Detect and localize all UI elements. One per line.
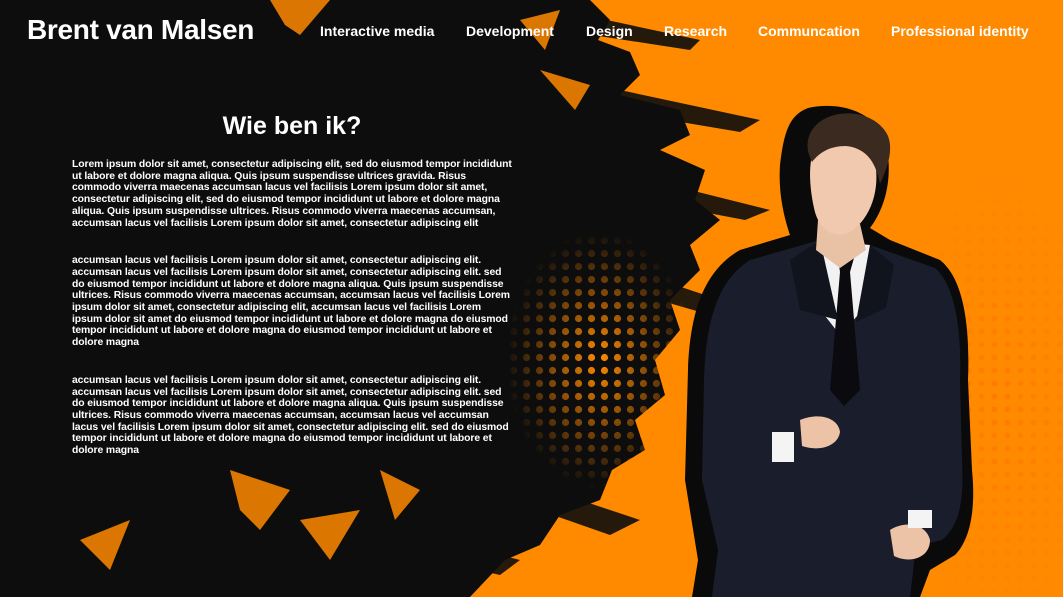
site-title[interactable]: Brent van Malsen — [27, 14, 254, 46]
nav-development[interactable]: Development — [466, 23, 554, 39]
nav-communication[interactable]: Communcation — [758, 23, 860, 39]
site-header: Brent van Malsen Interactive media Devel… — [0, 0, 1063, 64]
about-paragraph: accumsan lacus vel facilisis Lorem ipsum… — [72, 255, 510, 349]
about-paragraph: accumsan lacus vel facilisis Lorem ipsum… — [72, 374, 509, 457]
nav-interactive-media[interactable]: Interactive media — [320, 23, 434, 39]
nav-design[interactable]: Design — [586, 23, 633, 39]
about-heading: Wie ben ik? — [222, 112, 362, 140]
about-section: Wie ben ik? Lorem ipsum dolor sit amet, … — [72, 112, 512, 483]
nav-professional-identity[interactable]: Professional identity — [891, 23, 1029, 39]
about-paragraph: Lorem ipsum dolor sit amet, consectetur … — [72, 159, 512, 229]
portrait-image — [685, 105, 974, 597]
nav-research[interactable]: Research — [664, 23, 727, 39]
